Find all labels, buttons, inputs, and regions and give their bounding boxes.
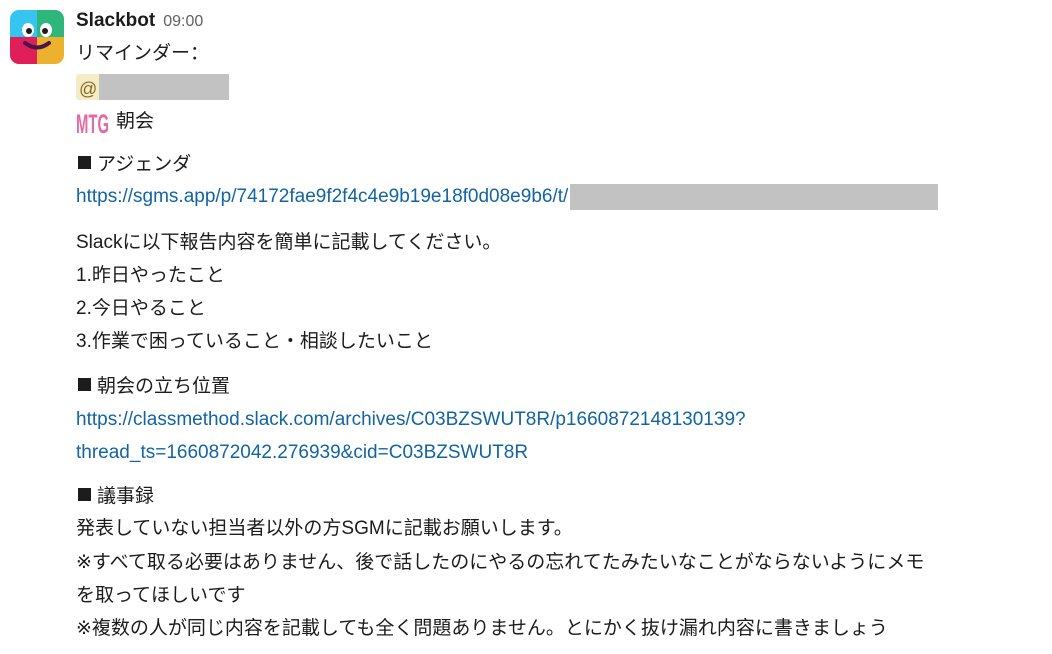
sender-name[interactable]: Slackbot	[76, 10, 155, 32]
report-item: 3.作業で困っていること・相談したいこと	[76, 331, 433, 352]
slackbot-face-icon	[10, 10, 64, 64]
slackbot-avatar[interactable]	[10, 10, 64, 64]
agenda-heading: アジェンダ	[97, 154, 192, 175]
report-intro: Slackに以下報告内容を簡単に記載してください。	[76, 232, 502, 253]
minutes-line: 発表していない担当者以外の方SGMに記載お願いします。	[76, 518, 573, 539]
position-link-continued[interactable]: thread_ts=1660872042.276939&cid=C03BZSWU…	[76, 442, 528, 463]
minutes-heading-row: 議事録	[76, 484, 154, 510]
minutes-heading: 議事録	[97, 486, 155, 507]
black-square-icon	[78, 488, 91, 501]
agenda-link-redacted	[570, 184, 939, 210]
position-link-line1: https://classmethod.slack.com/archives/C…	[76, 407, 746, 433]
report-item: 2.今日やること	[76, 298, 206, 319]
position-heading: 朝会の立ち位置	[97, 376, 231, 397]
mention-redacted-name	[99, 74, 230, 100]
minutes-line: ※複数の人が同じ内容を記載しても全く問題ありません。とにかく抜け漏れ内容に書きま…	[76, 618, 888, 639]
minutes-line: を取ってほしいです	[76, 585, 246, 606]
message-header: Slackbot 09:00	[76, 10, 203, 36]
reminder-label: リマインダー：	[76, 43, 210, 64]
mention-at-sign: @	[76, 74, 100, 100]
agenda-link-row: https://sgms.app/p/74172fae9f2f4c4e9b19e…	[76, 184, 939, 210]
black-square-icon	[78, 378, 91, 391]
mtg-emoji-icon: MTG	[76, 107, 110, 145]
report-item: 1.昨日やったこと	[76, 265, 225, 286]
black-square-icon	[78, 156, 91, 169]
message-timestamp[interactable]: 09:00	[163, 13, 203, 31]
slackbot-message: Slackbot 09:00 リマインダー： @ MTG 朝会 アジェンダ ht…	[0, 0, 1052, 654]
position-heading-row: 朝会の立ち位置	[76, 374, 230, 400]
user-mention[interactable]: @	[76, 74, 230, 100]
position-link-line2: thread_ts=1660872042.276939&cid=C03BZSWU…	[76, 440, 528, 466]
meeting-title-row: MTG 朝会	[76, 109, 154, 145]
mtg-emoji-text: MTG	[76, 109, 109, 137]
position-link[interactable]: https://classmethod.slack.com/archives/C…	[76, 409, 746, 430]
meeting-title: 朝会	[116, 111, 155, 132]
mention-row: @	[76, 74, 230, 103]
minutes-line: ※すべて取る必要はありません、後で話したのにやるの忘れてたみたいなことがならない…	[76, 552, 925, 573]
agenda-heading-row: アジェンダ	[76, 152, 191, 178]
agenda-link[interactable]: https://sgms.app/p/74172fae9f2f4c4e9b19e…	[76, 186, 568, 207]
